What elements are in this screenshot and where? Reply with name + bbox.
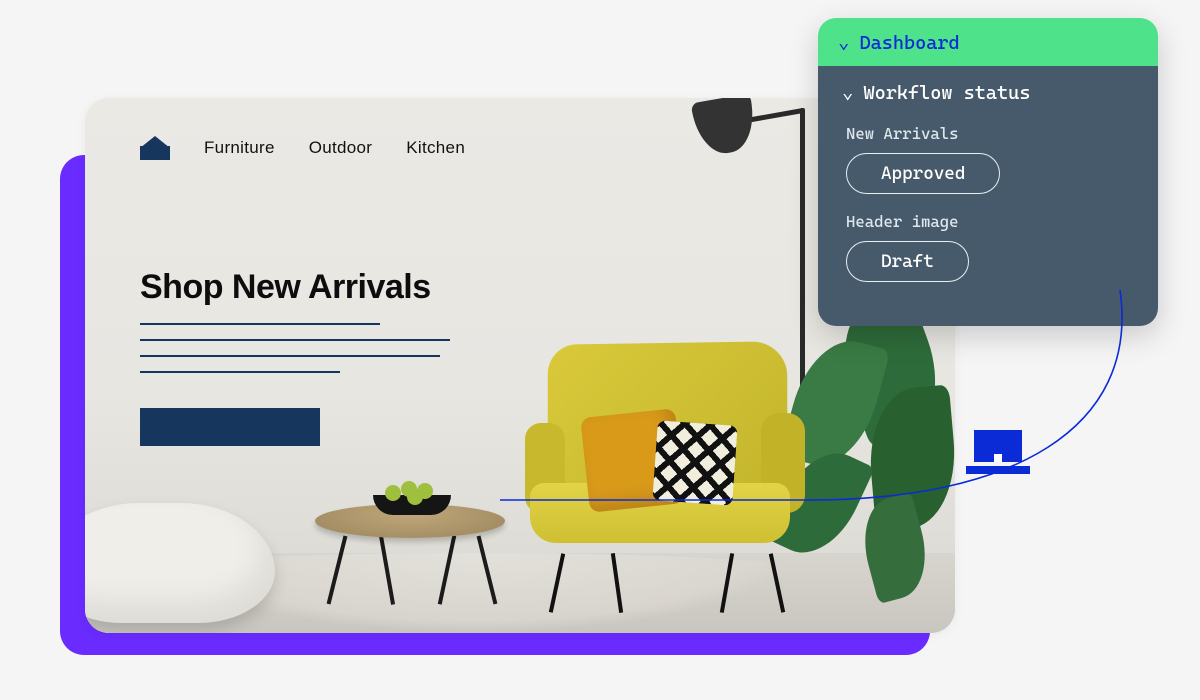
nav-link-kitchen[interactable]: Kitchen bbox=[406, 138, 465, 158]
laptop-icon bbox=[966, 430, 1030, 474]
status-group-header-image: Header image Draft bbox=[842, 212, 1134, 282]
dashboard-title: Dashboard bbox=[859, 32, 959, 54]
dashboard-header[interactable]: ⌄ Dashboard bbox=[818, 18, 1158, 66]
chevron-down-icon: ⌄ bbox=[838, 31, 849, 53]
home-logo-icon[interactable] bbox=[140, 136, 170, 160]
workflow-status-header[interactable]: ⌄ Workflow status bbox=[842, 82, 1134, 104]
cta-button[interactable] bbox=[140, 408, 320, 446]
armchair-decor bbox=[525, 333, 805, 593]
status-label: New Arrivals bbox=[846, 124, 1134, 143]
workflow-status-label: Workflow status bbox=[863, 82, 1030, 104]
page-headline: Shop New Arrivals bbox=[140, 268, 431, 307]
status-pill-draft[interactable]: Draft bbox=[846, 241, 969, 282]
status-label: Header image bbox=[846, 212, 1134, 231]
status-group-new-arrivals: New Arrivals Approved bbox=[842, 124, 1134, 194]
dashboard-panel: ⌄ Dashboard ⌄ Workflow status New Arriva… bbox=[818, 18, 1158, 326]
nav-link-outdoor[interactable]: Outdoor bbox=[309, 138, 373, 158]
nav-link-furniture[interactable]: Furniture bbox=[204, 138, 275, 158]
site-nav: Furniture Outdoor Kitchen bbox=[140, 136, 465, 160]
headline-text-placeholder bbox=[140, 323, 450, 387]
status-pill-approved[interactable]: Approved bbox=[846, 153, 1000, 194]
chevron-down-icon: ⌄ bbox=[842, 81, 853, 103]
